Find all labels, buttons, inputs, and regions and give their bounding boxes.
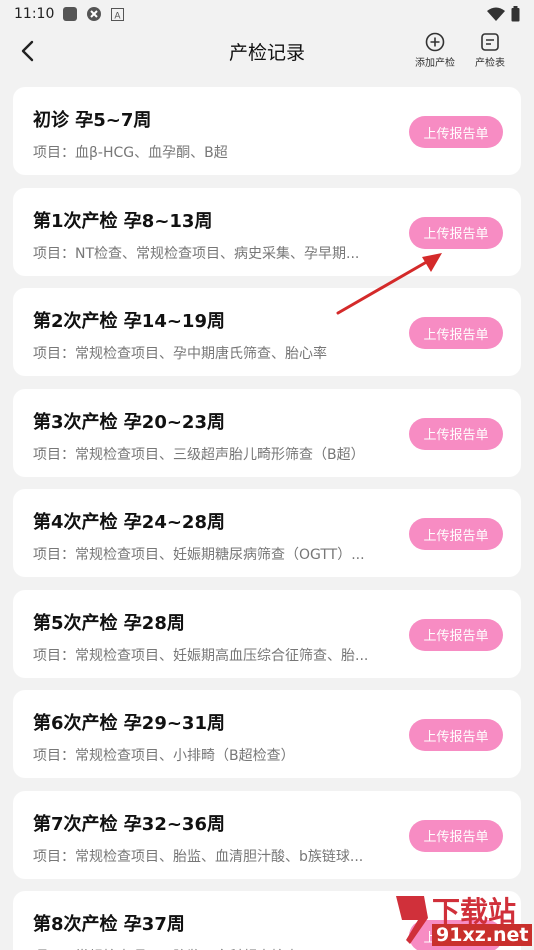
upload-report-button[interactable]: 上传报告单 xyxy=(409,518,503,550)
checkup-record-card[interactable]: 第7次产检 孕32~36周 项目：常规检查项目、胎监、血清胆汁酸、b族链球... 上… xyxy=(13,790,521,879)
letter-a-icon: A xyxy=(111,7,125,21)
record-items: 项目：血β-HCG、血孕酮、B超 xyxy=(33,145,228,161)
upload-report-button[interactable]: 上传报告单 xyxy=(409,216,503,249)
checkup-table-button[interactable]: 产检表 xyxy=(475,32,505,69)
checkup-record-card[interactable]: 第6次产检 孕29~31周 项目：常规检查项目、小排畸（B超检查） 上传报告单 xyxy=(13,690,521,778)
checkup-record-card[interactable]: 第1次产检 孕8~13周 项目：NT检查、常规检查项目、病史采集、孕早期... 上传… xyxy=(13,187,521,276)
add-checkup-button[interactable]: 添加产检 xyxy=(415,32,455,69)
record-items: 项目：常规检查项目、胎监、产科超声检查 xyxy=(33,946,403,950)
record-items: 项目：常规检查项目、妊娠期糖尿病筛查（OGTT）... xyxy=(33,547,365,563)
upload-report-button[interactable]: 上传报告单 xyxy=(409,317,503,349)
checkup-record-card[interactable]: 第2次产检 孕14~19周 项目：常规检查项目、孕中期唐氏筛查、胎心率 上传报告单 xyxy=(13,288,521,376)
checkup-record-card[interactable]: 第4次产检 孕24~28周 项目：常规检查项目、妊娠期糖尿病筛查（OGTT）...… xyxy=(13,489,521,577)
upload-report-button[interactable]: 上传报告单 xyxy=(409,618,503,651)
battery-icon xyxy=(511,6,520,22)
checkup-table-label: 产检表 xyxy=(475,58,505,69)
back-button[interactable] xyxy=(14,36,40,66)
list-document-icon xyxy=(481,33,499,51)
upload-report-button[interactable]: 上传报告单 xyxy=(409,417,503,450)
svg-text:A: A xyxy=(115,11,122,21)
record-items: 项目：常规检查项目、小排畸（B超检查） xyxy=(33,748,295,764)
status-time: 11:10 xyxy=(14,6,55,22)
record-items: 项目：常规检查项目、胎监、血清胆汁酸、b族链球... xyxy=(33,848,364,865)
upload-report-button[interactable]: 上传报告单 xyxy=(409,920,503,950)
record-items: 项目：常规检查项目、妊娠期高血压综合征筛查、胎... xyxy=(33,647,369,664)
checkup-record-card[interactable]: 第3次产检 孕20~23周 项目：常规检查项目、三级超声胎儿畸形筛查（B超） 上传报… xyxy=(13,388,521,477)
chevron-left-icon xyxy=(21,40,34,62)
record-items: 项目：常规检查项目、三级超声胎儿畸形筛查（B超） xyxy=(33,446,365,463)
record-items: 项目：常规检查项目、孕中期唐氏筛查、胎心率 xyxy=(33,346,327,362)
app-notification-icon xyxy=(87,7,102,21)
checkup-record-list: 初诊 孕5~7周 项目：血β-HCG、血孕酮、B超 上传报告单 第1次产检 孕8~13… xyxy=(13,87,521,950)
upload-report-button[interactable]: 上传报告单 xyxy=(409,719,503,751)
status-bar: 11:10 A xyxy=(0,0,534,28)
checkup-record-card[interactable]: 第5次产检 孕28周 项目：常规检查项目、妊娠期高血压综合征筛查、胎... 上传报告… xyxy=(13,589,521,678)
checkup-record-card[interactable]: 第8次产检 孕37周项目：常规检查项目、胎监、产科超声检查上传报告单 xyxy=(13,891,521,950)
notification-icon xyxy=(63,7,78,21)
app-bar: 产检记录 添加产检 产检表 xyxy=(0,28,534,76)
plus-circle-icon xyxy=(425,32,445,52)
record-items: 项目：NT检查、常规检查项目、病史采集、孕早期... xyxy=(33,245,360,262)
add-checkup-label: 添加产检 xyxy=(415,58,455,69)
wifi-icon xyxy=(487,7,505,21)
upload-report-button[interactable]: 上传报告单 xyxy=(409,116,503,148)
checkup-record-card[interactable]: 初诊 孕5~7周 项目：血β-HCG、血孕酮、B超 上传报告单 xyxy=(13,87,521,175)
upload-report-button[interactable]: 上传报告单 xyxy=(409,819,503,852)
